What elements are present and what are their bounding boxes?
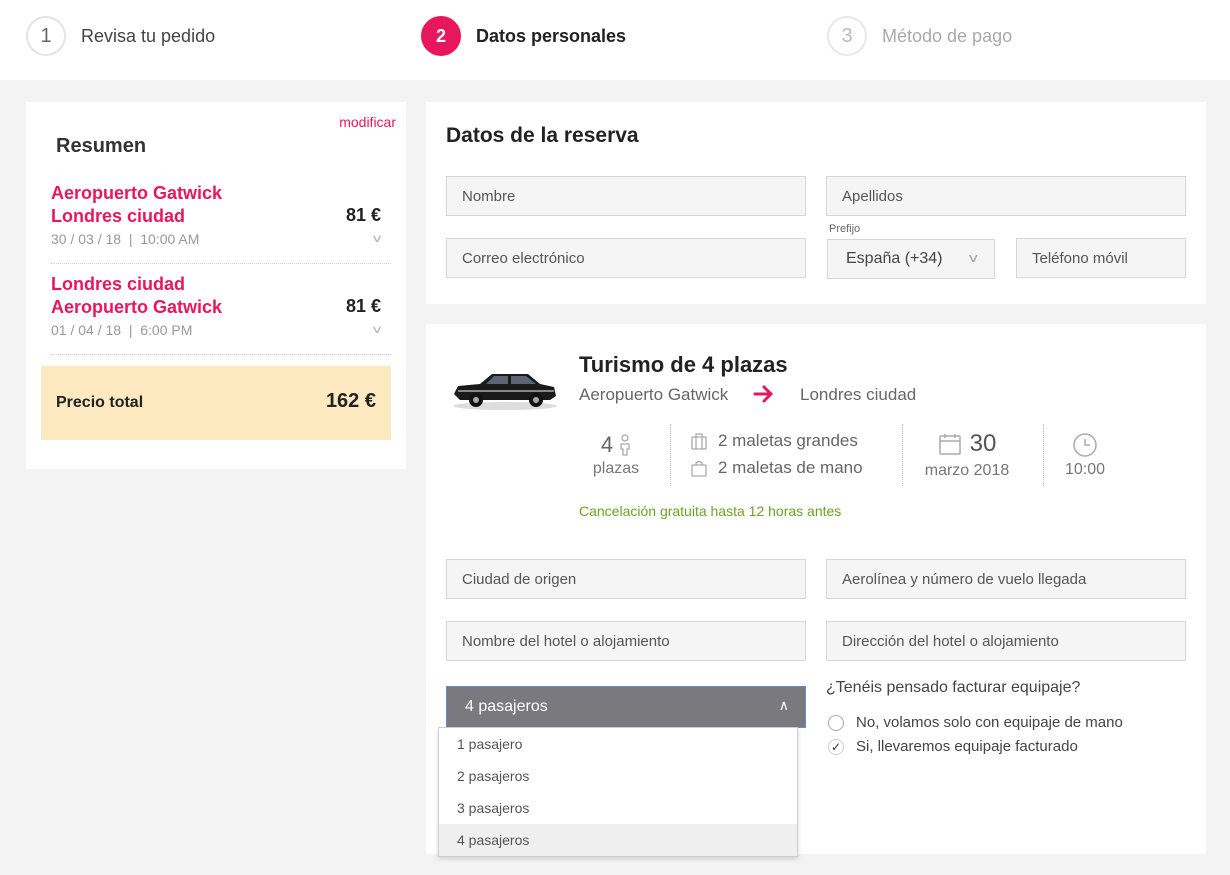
total-label: Precio total xyxy=(56,394,144,411)
step-review-order[interactable]: 1 Revisa tu pedido xyxy=(26,15,215,57)
time-stat: 10:00 xyxy=(1054,432,1116,479)
modify-link[interactable]: modificar xyxy=(339,114,396,130)
car-image xyxy=(453,374,557,410)
summary-trip: Londres ciudad Aeropuerto Gatwick 81 € 0… xyxy=(51,273,391,355)
person-icon xyxy=(620,434,630,456)
reservation-panel: Datos de la reserva Nombre Apellidos Cor… xyxy=(426,102,1206,304)
phone-input[interactable]: Teléfono móvil xyxy=(1016,238,1186,278)
hand-bags-text: 2 maletas de mano xyxy=(718,458,863,477)
luggage-option-label: Si, llevaremos equipaje facturado xyxy=(856,738,1078,755)
date-stat: 30 marzo 2018 xyxy=(916,430,1018,480)
seats-number: 4 xyxy=(600,432,614,457)
total-price-box: Precio total 162 € xyxy=(41,366,391,440)
chevron-down-icon[interactable]: ∨ xyxy=(371,323,384,336)
passenger-option[interactable]: 1 pasajero xyxy=(439,728,797,760)
luggage-option-yes[interactable]: ✓ Si, llevaremos equipaje facturado xyxy=(828,738,1078,755)
order-summary: modificar Resumen Aeropuerto Gatwick Lon… xyxy=(26,102,406,469)
step-label: Revisa tu pedido xyxy=(81,25,216,46)
prefix-label: Prefijo xyxy=(829,223,861,235)
step-label: Datos personales xyxy=(476,25,627,46)
date-day: 30 xyxy=(969,430,997,457)
divider xyxy=(902,424,903,486)
chevron-down-icon[interactable]: ∨ xyxy=(371,232,384,245)
date-month-year: marzo 2018 xyxy=(924,462,1010,479)
luggage-question: ¿Tenéis pensado facturar equipaje? xyxy=(826,679,1081,696)
checkout-stepper: 1 Revisa tu pedido 2 Datos personales 3 … xyxy=(0,0,1230,80)
step-payment-method: 3 Método de pago xyxy=(827,15,1012,57)
flight-number-input[interactable]: Aerolínea y número de vuelo llegada xyxy=(826,559,1186,599)
radio-unchecked[interactable] xyxy=(828,714,844,731)
trip-destination: Londres ciudad xyxy=(51,206,186,226)
suitcase-icon xyxy=(691,433,707,450)
divider xyxy=(1043,424,1044,486)
calendar-icon xyxy=(938,434,961,455)
reservation-title: Datos de la reserva xyxy=(446,124,639,147)
summary-trip: Aeropuerto Gatwick Londres ciudad 81 € 3… xyxy=(51,182,391,264)
passenger-option-selected[interactable]: 4 pasajeros xyxy=(439,824,797,856)
hotel-address-input[interactable]: Dirección del hotel o alojamiento xyxy=(826,621,1186,661)
trip-datetime: 30 / 03 / 18 | 10:00 AM xyxy=(51,231,200,247)
trip-datetime: 01 / 04 / 18 | 6:00 PM xyxy=(51,322,193,338)
step-number: 1 xyxy=(26,16,66,56)
seats-stat: 4 plazas xyxy=(586,432,646,478)
passengers-selected: 4 pasajeros xyxy=(465,698,548,715)
total-amount: 162 € xyxy=(325,390,376,412)
trip-origin: Aeropuerto Gatwick xyxy=(51,183,223,203)
email-input[interactable]: Correo electrónico xyxy=(446,238,806,278)
surname-input[interactable]: Apellidos xyxy=(826,176,1186,216)
luggage-option-no[interactable]: No, volamos solo con equipaje de mano xyxy=(828,714,1123,731)
clock-icon xyxy=(1073,433,1097,457)
large-bags-text: 2 maletas grandes xyxy=(718,431,858,450)
trip-destination: Aeropuerto Gatwick xyxy=(51,297,223,317)
chevron-down-icon: ∨ xyxy=(967,251,981,265)
trip-origin: Londres ciudad xyxy=(51,274,186,294)
name-input[interactable]: Nombre xyxy=(446,176,806,216)
passengers-select[interactable]: 4 pasajeros ∧ xyxy=(446,686,806,728)
step-number: 2 xyxy=(421,16,461,56)
phone-prefix-select[interactable]: España (+34) ∨ xyxy=(827,239,995,279)
trip-price: 81 € xyxy=(345,205,381,225)
large-bags: 2 maletas grandes xyxy=(690,431,858,451)
step-personal-data: 2 Datos personales xyxy=(421,15,626,57)
cancellation-note: Cancelación gratuita hasta 12 horas ante… xyxy=(579,503,842,519)
step-number: 3 xyxy=(827,16,867,56)
seats-label: plazas xyxy=(592,460,640,477)
arrow-right-icon xyxy=(753,385,774,403)
route-origin: Aeropuerto Gatwick xyxy=(579,385,729,404)
trip-price: 81 € xyxy=(345,296,381,316)
prefix-value: España (+34) xyxy=(846,250,943,267)
step-label: Método de pago xyxy=(882,25,1013,46)
handbag-icon xyxy=(691,460,707,477)
chevron-up-icon: ∧ xyxy=(778,697,789,713)
origin-city-input[interactable]: Ciudad de origen xyxy=(446,559,806,599)
divider xyxy=(670,424,671,486)
passenger-option[interactable]: 3 pasajeros xyxy=(439,792,797,824)
time-value: 10:00 xyxy=(1064,461,1106,478)
trip-panel: Turismo de 4 plazas Aeropuerto Gatwick L… xyxy=(426,324,1206,857)
route-destination: Londres ciudad xyxy=(800,385,917,404)
hand-bags: 2 maletas de mano xyxy=(690,458,863,478)
vehicle-title: Turismo de 4 plazas xyxy=(579,352,788,377)
passengers-dropdown: 1 pasajero 2 pasajeros 3 pasajeros 4 pas… xyxy=(438,727,798,857)
check-icon[interactable]: ✓ xyxy=(828,738,844,755)
passenger-option[interactable]: 2 pasajeros xyxy=(439,760,797,792)
summary-title: Resumen xyxy=(56,135,147,157)
luggage-option-label: No, volamos solo con equipaje de mano xyxy=(856,714,1123,731)
hotel-name-input[interactable]: Nombre del hotel o alojamiento xyxy=(446,621,806,661)
